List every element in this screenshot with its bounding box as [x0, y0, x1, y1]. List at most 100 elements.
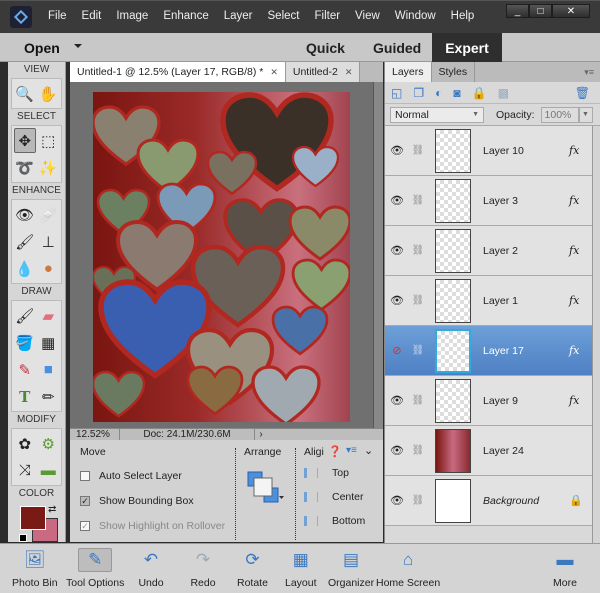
menu-enhance[interactable]: Enhance — [163, 10, 208, 22]
menu-view[interactable]: View — [355, 10, 380, 22]
collapse-chevron-icon[interactable]: ⌄ — [364, 444, 373, 457]
open-button[interactable]: Open — [24, 40, 60, 56]
maximize-button[interactable]: □ — [529, 4, 552, 18]
minimize-button[interactable]: _ — [506, 4, 529, 18]
help-icon[interactable]: ❓ — [328, 445, 342, 458]
brush-tool-icon[interactable]: 🖌 — [14, 303, 36, 328]
type-tool-icon[interactable]: T — [14, 384, 36, 409]
marquee-tool-icon[interactable]: ⬚ — [38, 128, 60, 153]
eye-icon[interactable]: 👁 — [385, 244, 409, 257]
blur-tool-icon[interactable]: 💧 — [14, 256, 36, 281]
link-icon[interactable]: ⛓ — [409, 145, 427, 156]
fx-icon[interactable]: fx — [569, 144, 593, 157]
close-tab-icon[interactable]: ✕ — [345, 67, 353, 78]
clone-stamp-icon[interactable]: ⊥ — [38, 229, 60, 254]
link-icon[interactable]: ⛓ — [409, 495, 427, 506]
content-aware-move-icon[interactable]: ⤨ — [14, 458, 36, 483]
move-tool-icon[interactable]: ✥ — [14, 128, 36, 153]
show-highlight-checkbox[interactable]: ✓ Show Highlight on Rollover — [80, 520, 225, 532]
layer-row[interactable]: 👁 ⛓ Layer 2 fx — [385, 226, 593, 276]
magic-wand-icon[interactable]: ✨ — [38, 155, 60, 180]
layer-row[interactable]: 👁 ⛓ Layer 1 fx — [385, 276, 593, 326]
lock-all-icon[interactable]: 🔒 — [472, 86, 487, 100]
lock-transparency-icon[interactable]: ▩ — [498, 86, 509, 100]
fx-icon[interactable]: fx — [569, 194, 593, 207]
mode-quick[interactable]: Quick — [306, 40, 345, 56]
menu-edit[interactable]: Edit — [82, 10, 102, 22]
tab-layers[interactable]: Layers — [385, 62, 432, 82]
delete-layer-icon[interactable]: 🗑 — [575, 86, 590, 100]
eraser-tool-icon[interactable]: ▰ — [38, 303, 60, 328]
opacity-dropdown[interactable]: ▼ — [578, 106, 593, 123]
link-icon[interactable]: ⛓ — [409, 445, 427, 456]
menu-file[interactable]: File — [48, 10, 67, 22]
layer-row[interactable]: 👁 ⛓ Layer 9 fx — [385, 376, 593, 426]
doc-tab-untitled-1[interactable]: Untitled-1 @ 12.5% (Layer 17, RGB/8) * ✕ — [70, 62, 286, 82]
blend-mode-select[interactable]: Normal ▼ — [390, 106, 484, 123]
layer-row-selected[interactable]: ⊘ ⛓ Layer 17 fx — [385, 326, 593, 376]
layers-scrollbar[interactable] — [592, 126, 600, 543]
eyedropper-icon[interactable]: ✎ — [14, 357, 36, 382]
redo-button[interactable]: ↷ Redo — [190, 548, 216, 589]
cookie-cutter-icon[interactable]: ✿ — [14, 431, 36, 456]
tool-options-button[interactable]: ✎ Tool Options — [66, 548, 124, 589]
link-icon[interactable]: ⛓ — [409, 395, 427, 406]
menu-help[interactable]: Help — [451, 10, 475, 22]
link-icon[interactable]: ⛓ — [409, 295, 427, 306]
layer-row[interactable]: 👁 ⛓ Layer 24 — [385, 426, 593, 476]
mode-guided[interactable]: Guided — [373, 40, 421, 56]
fx-icon[interactable]: fx — [569, 394, 593, 407]
link-icon[interactable]: ⛓ — [409, 245, 427, 256]
eye-icon[interactable]: 👁 — [385, 194, 409, 207]
eye-hidden-icon[interactable]: ⊘ — [385, 344, 409, 357]
layer-row[interactable]: 👁 ⛓ Background 🔒 — [385, 476, 593, 526]
fx-icon[interactable]: fx — [569, 244, 593, 257]
canvas-vertical-scrollbar[interactable] — [373, 82, 383, 430]
checkbox-checked-disabled[interactable]: ✓ — [80, 521, 90, 531]
checkbox-unchecked[interactable] — [80, 471, 90, 481]
recompose-tool-icon[interactable]: ⚙ — [38, 431, 60, 456]
panel-menu-icon[interactable]: ▾≡ — [584, 62, 600, 82]
close-tab-icon[interactable]: ✕ — [270, 67, 278, 78]
default-colors-icon[interactable] — [19, 534, 27, 542]
foreground-color-swatch[interactable] — [20, 506, 46, 530]
align-center-button[interactable]: Center — [304, 491, 364, 503]
tab-styles[interactable]: Styles — [432, 62, 476, 82]
home-screen-button[interactable]: ⌂ Home Screen — [376, 548, 440, 589]
eye-icon[interactable]: 👁 — [385, 294, 409, 307]
layer-mask-icon[interactable]: ◙ — [453, 86, 460, 100]
eye-icon[interactable]: 👁 — [385, 144, 409, 157]
gradient-tool-icon[interactable]: ▦ — [38, 330, 60, 355]
adjustment-layer-icon[interactable]: ◐ — [435, 86, 442, 100]
eye-icon[interactable]: 👁 — [385, 394, 409, 407]
checkbox-checked[interactable]: ✓ — [80, 496, 90, 506]
hand-tool-icon[interactable]: ✋ — [38, 81, 60, 106]
arrange-icon[interactable] — [246, 470, 284, 504]
healing-brush-icon[interactable]: 🩹 — [38, 202, 60, 227]
fx-icon[interactable]: fx — [569, 294, 593, 307]
menu-filter[interactable]: Filter — [314, 10, 340, 22]
pencil-tool-icon[interactable]: ✏ — [38, 384, 60, 409]
fx-icon[interactable]: fx — [569, 344, 593, 357]
paint-bucket-icon[interactable]: 🪣 — [14, 330, 36, 355]
eye-icon[interactable]: 👁 — [385, 494, 409, 507]
sponge-tool-icon[interactable]: ● — [38, 256, 60, 281]
undo-button[interactable]: ↶ Undo — [138, 548, 164, 589]
link-icon[interactable]: ⛓ — [409, 345, 427, 356]
doc-tab-untitled-2[interactable]: Untitled-2 ✕ — [285, 62, 361, 82]
rotate-button[interactable]: ⟳ Rotate — [237, 548, 268, 589]
opacity-input[interactable]: 100% — [540, 106, 579, 123]
menu-select[interactable]: Select — [268, 10, 300, 22]
eye-icon[interactable]: 👁 — [385, 444, 409, 457]
menu-window[interactable]: Window — [395, 10, 436, 22]
layout-button[interactable]: ▦ Layout — [285, 548, 317, 589]
auto-select-layer-checkbox[interactable]: Auto Select Layer — [80, 470, 182, 482]
straighten-tool-icon[interactable]: ▬ — [38, 458, 60, 483]
align-bottom-button[interactable]: Bottom — [304, 515, 365, 527]
new-group-icon[interactable]: ❐ — [413, 86, 424, 100]
menu-image[interactable]: Image — [116, 10, 148, 22]
new-layer-icon[interactable]: ◱ — [391, 86, 402, 100]
close-button[interactable]: ✕ — [552, 4, 590, 18]
photo-bin-button[interactable]: 🖼 Photo Bin — [12, 548, 58, 589]
panel-menu-icon[interactable]: ▾≡ — [346, 445, 357, 456]
